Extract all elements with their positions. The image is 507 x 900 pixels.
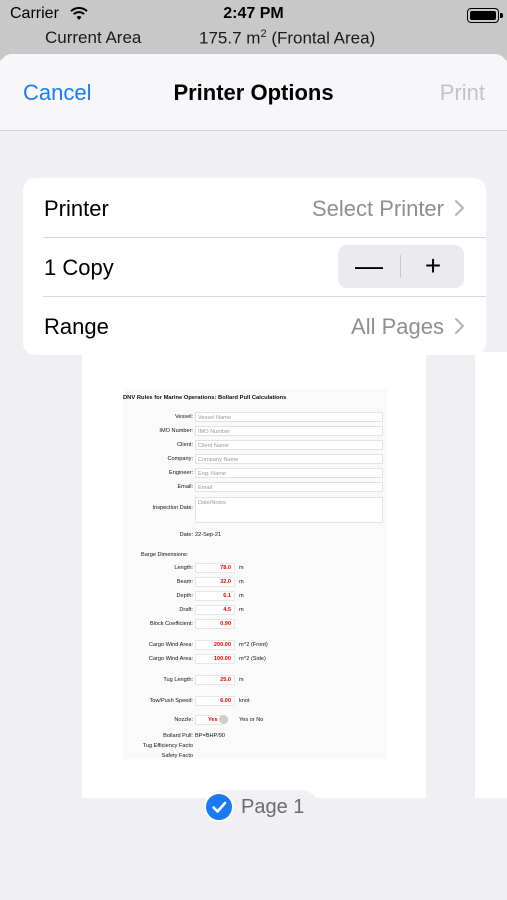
status-bar: Carrier 2:47 PM <box>0 4 507 26</box>
navigation-bar: Cancel Printer Options Print <box>0 54 507 131</box>
range-label: Range <box>44 314 109 339</box>
field-row: Nozzle: Yes Yes or No <box>174 715 264 725</box>
checkmark-icon <box>204 792 234 822</box>
stepper-divider <box>400 255 401 278</box>
field-row: Inspection Date: Date/Notes <box>123 496 387 523</box>
field-row: Cargo Wind Area: 100.00 m^2 (Side) <box>148 654 266 664</box>
field-row: Email: Email <box>123 481 387 493</box>
copies-row: 1 Copy — + <box>23 237 486 296</box>
current-area-label: Current Area <box>45 28 142 47</box>
field-row: Draft: 4.5 m <box>179 605 244 615</box>
range-row[interactable]: Range All Pages <box>23 296 486 355</box>
page-selection-badge[interactable]: Page 1 <box>204 790 319 826</box>
next-page-thumbnail[interactable] <box>475 352 507 798</box>
clock: 2:47 PM <box>223 5 284 22</box>
field-row: Tug Length: 25.0 m <box>163 675 244 685</box>
field-row: Safety Facto <box>161 753 193 759</box>
field-row: Vessel: Vessel Name <box>123 411 387 423</box>
printer-value: Select Printer <box>311 196 444 221</box>
printer-label: Printer <box>44 196 109 221</box>
printer-row[interactable]: Printer Select Printer <box>23 178 486 237</box>
print-button[interactable]: Print <box>440 80 485 106</box>
field-row: Company: Company Name <box>123 453 387 465</box>
field-row: Tow/Push Speed: 6.00 knot <box>149 696 250 706</box>
options-card: Printer Select Printer 1 Copy — + Range … <box>23 178 486 355</box>
range-value: All Pages <box>351 314 444 339</box>
field-row: Block Coefficient: 0.90 <box>123 618 387 630</box>
document-preview: DNV Rules for Marine Operations: Bollard… <box>123 389 387 759</box>
page-preview-thumbnail[interactable]: DNV Rules for Marine Operations: Bollard… <box>82 352 426 798</box>
page-number-label: Page 1 <box>241 796 305 818</box>
decrement-button[interactable]: — <box>338 245 400 288</box>
copies-label: 1 Copy <box>44 255 114 280</box>
field-row: Client: Client Name <box>123 439 387 451</box>
section-heading: Barge Dimensions: <box>141 552 189 558</box>
field-row: Cargo Wind Area: 200.00 m^2 (Front) <box>148 640 268 650</box>
field-row: Depth: 6.1 m <box>176 591 244 601</box>
copies-stepper: — + <box>338 245 464 288</box>
chevron-right-icon <box>454 317 465 335</box>
page-title: Printer Options <box>173 80 334 105</box>
field-row: IMO Number: IMO Number <box>123 425 387 437</box>
increment-button[interactable]: + <box>402 245 464 288</box>
field-row: Date: 22-Sep-21 <box>179 532 222 538</box>
battery-icon <box>467 8 503 23</box>
field-row: Beam: 32.0 m <box>176 577 244 587</box>
field-row: Engineer: Eng. Name <box>123 467 387 479</box>
doc-title: DNV Rules for Marine Operations: Bollard… <box>123 395 287 401</box>
chevron-right-icon <box>454 199 465 217</box>
current-area-value: 175.7 m2 (Frontal Area) <box>199 28 376 48</box>
field-row: Length: 78.0 m <box>174 563 244 573</box>
